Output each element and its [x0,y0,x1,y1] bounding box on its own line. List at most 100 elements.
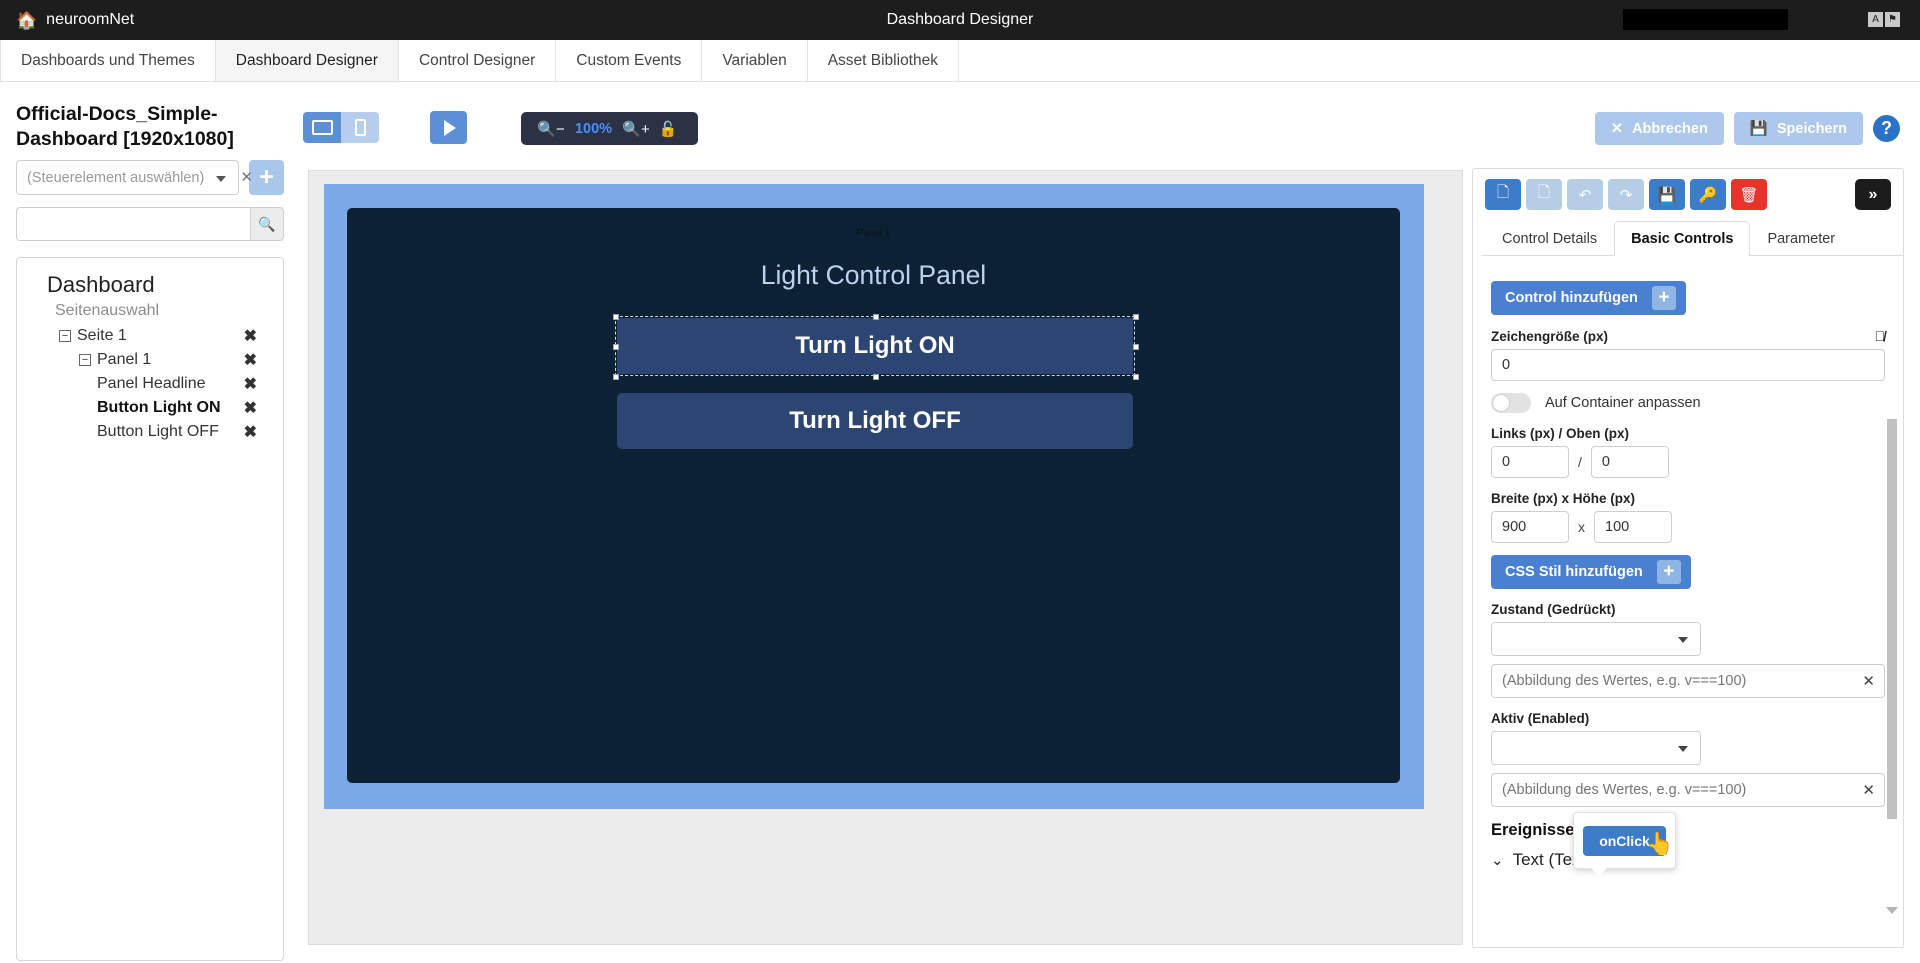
resize-handle-se[interactable] [1133,374,1139,380]
help-icon[interactable]: ? [1873,115,1900,142]
text-section-header[interactable]: ⌄ Text (Text) [1491,850,1885,870]
position-separator: / [1578,454,1582,470]
enabled-mapping-row: ✕ [1491,773,1885,807]
save-icon: 💾 [1750,120,1768,137]
pressed-mapping-input[interactable] [1491,664,1885,698]
nav-tab-dashboard-designer[interactable]: Dashboard Designer [216,40,399,81]
properties-panel: 🗋 🗋 ↶ ↷ 💾 🔑 🗑 » Control Details Basic Co… [1472,168,1904,948]
resize-handle-e[interactable] [1133,344,1139,350]
nav-tab-custom-events[interactable]: Custom Events [556,40,702,81]
undo-icon[interactable]: ↶ [1567,179,1603,210]
tree-item-panel-1[interactable]: − Panel 1 ✖ [31,348,269,372]
fit-container-row: Auf Container anpassen [1491,393,1885,413]
scroll-down-icon[interactable] [1886,907,1898,914]
zoom-toolbar: 🔍− 100% 🔍+ 🔓 [521,112,698,145]
tree-item-label: Seite 1 [77,327,244,345]
flag-icon[interactable]: ⚑ [1885,12,1900,27]
delete-icon[interactable]: 🗑 [1731,179,1767,210]
cancel-label: Abbrechen [1632,121,1708,137]
pressed-state-label: Zustand (Gedrückt) [1491,602,1885,617]
mobile-view-button[interactable] [341,112,379,143]
clear-icon[interactable]: ✕ [1862,672,1875,690]
position-left-input[interactable] [1491,446,1569,478]
onclick-event-button[interactable]: onClick [1583,826,1666,856]
properties-scrollbar[interactable] [1887,419,1897,889]
save-icon[interactable]: 💾 [1649,179,1685,210]
desktop-icon [312,120,333,135]
event-popover: onClick [1573,812,1676,869]
nav-tab-asset-bibliothek[interactable]: Asset Bibliothek [808,40,959,81]
desktop-view-button[interactable] [303,112,341,143]
save-button[interactable]: 💾 Speichern [1734,112,1863,145]
resize-handle-sw[interactable] [613,374,619,380]
position-top-input[interactable] [1591,446,1669,478]
copy-icon[interactable]: 🗋 [1485,179,1521,210]
enabled-select[interactable] [1491,731,1701,765]
properties-toolbar: 🗋 🗋 ↶ ↷ 💾 🔑 🗑 [1473,169,1903,210]
collapse-toggle-icon[interactable]: − [79,354,91,366]
nav-tab-control-designer[interactable]: Control Designer [399,40,556,81]
tree-item-remove-icon[interactable]: ✖ [244,398,269,418]
design-canvas[interactable]: Panel 1 Light Control Panel Turn Light O… [308,170,1463,945]
pressed-state-select[interactable] [1491,622,1701,656]
clear-icon[interactable]: ✕ [1862,781,1875,799]
collapse-panel-icon[interactable]: » [1855,179,1891,210]
tree-item-remove-icon[interactable]: ✖ [244,350,269,370]
tab-basic-controls[interactable]: Basic Controls [1614,221,1750,256]
tree-page-select-label: Seitenauswahl [55,302,269,320]
tree-root-label: Dashboard [47,272,269,298]
preview-button[interactable] [430,111,467,144]
tree-item-panel-headline[interactable]: Panel Headline ✖ [31,372,269,396]
paste-icon[interactable]: 🗋 [1526,179,1562,210]
tree-item-seite-1[interactable]: − Seite 1 ✖ [31,324,269,348]
collapse-toggle-icon[interactable]: − [59,330,71,342]
panel-headline[interactable]: Light Control Panel [347,260,1400,291]
clear-glyph[interactable]: ✕ [240,168,253,186]
panel-1[interactable]: Panel 1 Light Control Panel Turn Light O… [347,208,1400,783]
dashboard-page[interactable]: Panel 1 Light Control Panel Turn Light O… [324,184,1424,809]
chevron-down-icon [216,176,226,182]
events-add-label[interactable]: Ereignisse + [1491,821,1885,840]
tab-control-details[interactable]: Control Details [1485,221,1614,256]
control-select[interactable]: (Steuerelement auswählen) [16,160,239,195]
search-icon[interactable]: 🔍 [250,207,284,241]
language-icon[interactable]: A [1868,12,1883,27]
canvas-button-light-off[interactable]: Turn Light OFF [617,393,1133,449]
eye-off-icon[interactable]: 👁̸ [1875,328,1886,344]
brand[interactable]: 🏠 neuroomNet [16,11,134,29]
zoom-in-icon[interactable]: 🔍+ [620,120,652,138]
enabled-mapping-input[interactable] [1491,773,1885,807]
tree-item-remove-icon[interactable]: ✖ [244,422,269,442]
tree-item-remove-icon[interactable]: ✖ [244,326,269,346]
height-input[interactable] [1594,511,1672,543]
redo-icon[interactable]: ↷ [1608,179,1644,210]
view-mode-toggle [303,112,379,143]
resize-handle-ne[interactable] [1133,314,1139,320]
width-input[interactable] [1491,511,1569,543]
key-icon[interactable]: 🔑 [1690,179,1726,210]
tree-item-button-light-off[interactable]: Button Light OFF ✖ [31,420,269,444]
add-css-style-button[interactable]: CSS Stil hinzufügen + [1491,555,1691,589]
tree-item-remove-icon[interactable]: ✖ [244,374,269,394]
add-control-button[interactable]: Control hinzufügen + [1491,281,1686,315]
top-bar: 🏠 neuroomNet Dashboard Designer A ⚑ [0,0,1920,40]
nav-tab-dashboards[interactable]: Dashboards und Themes [0,40,216,81]
tab-parameter[interactable]: Parameter [1750,221,1852,256]
redacted-field [1623,9,1788,30]
nav-tab-variablen[interactable]: Variablen [702,40,807,81]
add-control-button[interactable]: + [249,160,284,195]
font-size-label: Zeichengröße (px) [1491,329,1608,344]
resize-handle-s[interactable] [873,374,879,380]
zoom-out-icon[interactable]: 🔍− [535,120,567,138]
plus-icon: + [1657,560,1681,584]
chevron-down-icon [1678,746,1688,752]
scrollbar-thumb[interactable] [1887,419,1897,819]
search-input[interactable] [16,207,250,241]
unlock-icon[interactable]: 🔓 [652,120,684,138]
tree-item-button-light-on[interactable]: Button Light ON ✖ [31,396,269,420]
cancel-button[interactable]: ✕ Abbrechen [1595,112,1724,145]
fit-container-toggle[interactable] [1491,393,1531,413]
font-size-input[interactable] [1491,349,1885,381]
play-icon [444,120,456,136]
canvas-button-light-on[interactable]: Turn Light ON [617,318,1133,374]
